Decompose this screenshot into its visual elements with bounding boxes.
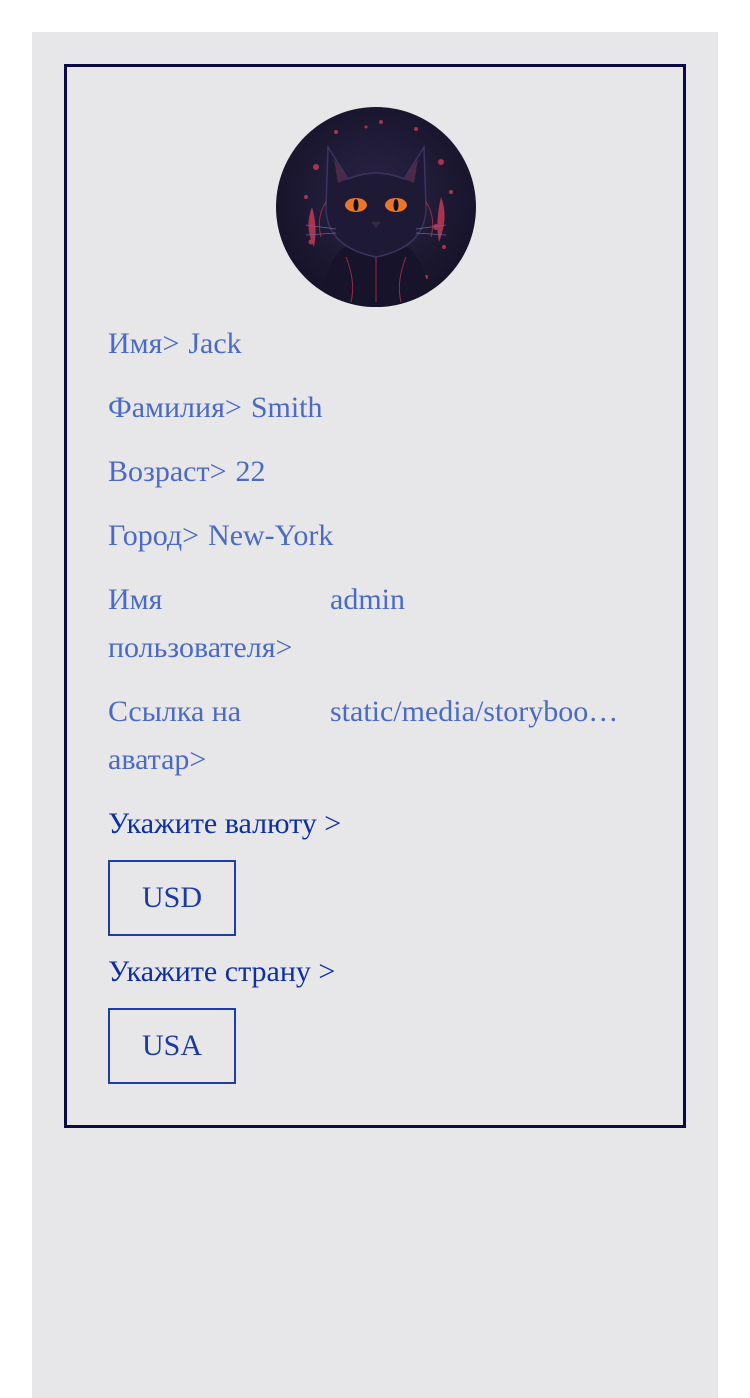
country-select[interactable]: USA: [108, 1008, 236, 1084]
avatar: [276, 107, 476, 307]
field-value: admin: [330, 583, 405, 616]
field-value: 22: [235, 455, 266, 488]
country-prompt: Укажите страну >: [108, 955, 336, 988]
field-label: Город>: [108, 519, 200, 552]
currency-select[interactable]: USD: [108, 860, 236, 936]
cat-avatar-image: [276, 107, 476, 307]
field-label: Фамилия>: [108, 391, 242, 424]
field-label: Возраст>: [108, 455, 227, 488]
field-last-name: Фамилия> Smith: [108, 384, 323, 432]
field-avatar-link: Ссылка на аватар> static/media/storyboo…: [108, 688, 640, 784]
field-label: Имя пользователя>: [108, 583, 293, 664]
field-age: Возраст> 22: [108, 448, 266, 496]
field-value: static/media/storyboo…: [330, 695, 619, 728]
field-value: Jack: [188, 327, 242, 360]
currency-prompt: Укажите валюту >: [108, 807, 342, 840]
field-first-name: Имя> Jack: [108, 320, 242, 368]
field-value: New-York: [208, 519, 334, 552]
field-username: Имя пользователя> admin: [108, 576, 640, 672]
field-label: Имя>: [108, 327, 180, 360]
page-background: Имя> Jack Фамилия> Smith Возраст> 22 Гор…: [32, 32, 718, 1398]
field-city: Город> New-York: [108, 512, 333, 560]
field-label: Ссылка на аватар>: [108, 695, 242, 776]
profile-card: Имя> Jack Фамилия> Smith Возраст> 22 Гор…: [64, 64, 686, 1128]
field-value: Smith: [250, 391, 323, 424]
